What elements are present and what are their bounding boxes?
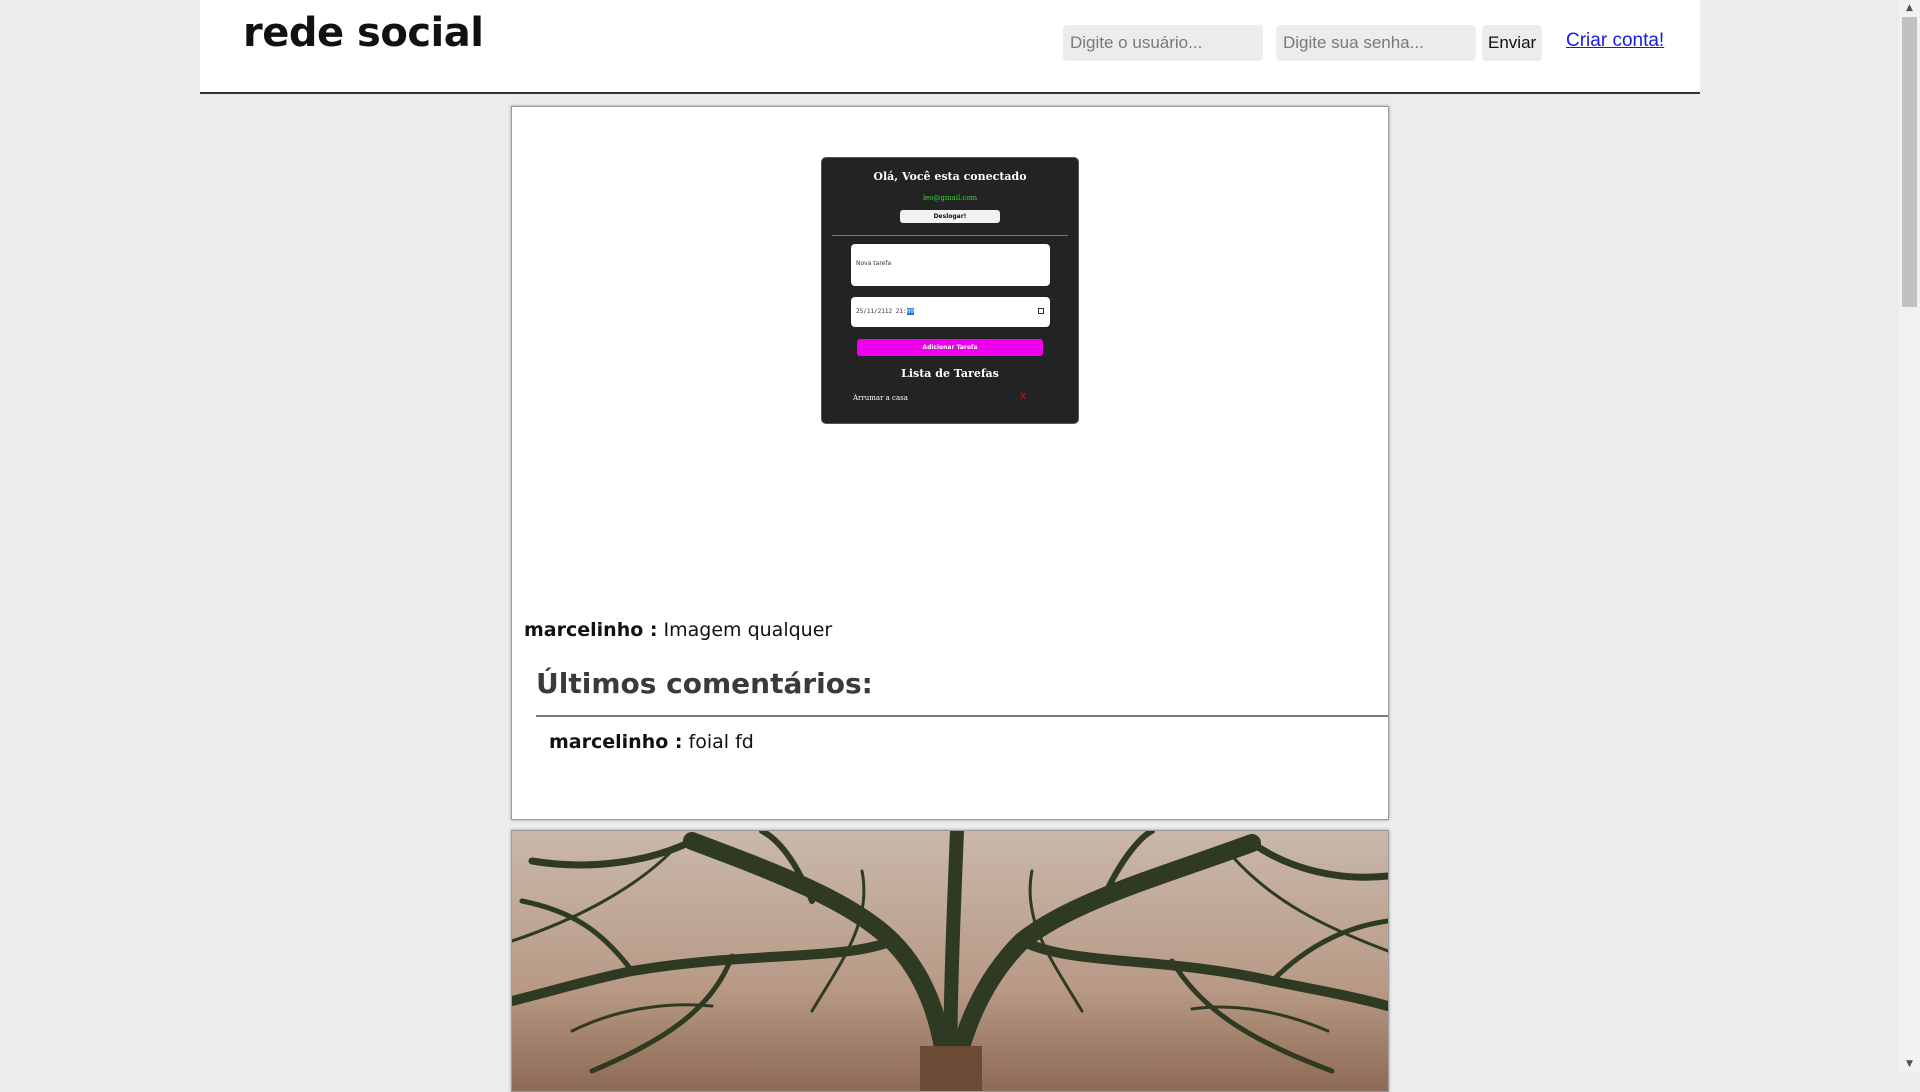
post-caption: marcelinho : Imagem qualquer — [524, 619, 832, 641]
shot-email: leo@gmail.com — [922, 194, 978, 202]
scroll-up-icon[interactable]: ▲ — [1899, 0, 1920, 17]
post-caption-text: Imagem qualquer — [663, 619, 833, 641]
scroll-down-icon[interactable]: ▼ — [1899, 1056, 1920, 1073]
shot-task-field: Nova tarefa — [851, 244, 1050, 286]
shot-logout-button: Deslogar! — [900, 210, 1000, 223]
post-image — [512, 831, 1388, 1091]
shot-date-value: 25/11/2112 — [856, 308, 893, 315]
shot-list-title: Lista de Tarefas — [901, 367, 999, 380]
shot-time-minute: 00 — [906, 308, 914, 315]
post-author: marcelinho : — [524, 619, 658, 641]
shot-remove-icon: X — [1020, 392, 1027, 402]
scroll-thumb[interactable] — [1902, 17, 1917, 307]
password-input[interactable] — [1276, 25, 1476, 61]
shot-time-hour: 21: — [895, 308, 907, 315]
comments-divider — [536, 715, 1388, 717]
send-button[interactable]: Enviar — [1482, 25, 1542, 61]
username-input[interactable] — [1063, 25, 1263, 61]
shot-divider — [832, 235, 1068, 236]
comment-text: foial fd — [688, 731, 754, 753]
calendar-icon — [1038, 308, 1044, 314]
comments-heading: Últimos comentários: — [536, 667, 873, 700]
create-account-link[interactable]: Criar conta! — [1566, 30, 1664, 52]
comment-author: marcelinho : — [549, 731, 683, 753]
comment-item: marcelinho : foial fd — [549, 731, 754, 753]
shot-task-item: Arrumar a casa — [853, 394, 908, 402]
post-card: Olá, Você esta conectado leo@gmail.com D… — [511, 106, 1389, 820]
shot-add-button: Adicionar Tarefa — [857, 339, 1043, 356]
site-header: rede social Enviar Criar conta! — [200, 0, 1700, 94]
shot-title: Olá, Você esta conectado — [873, 170, 1027, 183]
site-title: rede social — [243, 10, 484, 56]
page-scrollbar[interactable]: ▲ ▼ — [1899, 0, 1920, 1073]
post-image: Olá, Você esta conectado leo@gmail.com D… — [821, 157, 1079, 424]
post-card — [511, 830, 1389, 1092]
shot-date-field: 25/11/2112 21:00 — [851, 297, 1050, 327]
